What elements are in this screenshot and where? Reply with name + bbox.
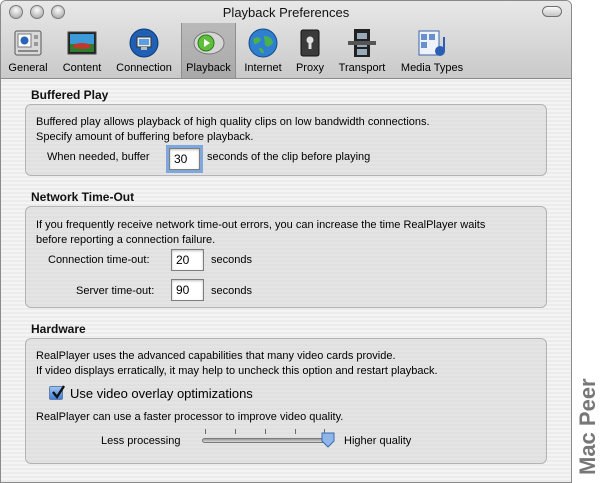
media-types-icon xyxy=(418,30,445,56)
toolbar-toggle-button[interactable] xyxy=(542,6,562,17)
buffer-suffix-label: seconds of the clip before playing xyxy=(207,151,371,163)
server-timeout-unit: seconds xyxy=(211,285,252,297)
buffered-play-heading: Buffered Play xyxy=(31,88,109,102)
preferences-window: Playback Preferences General Content Con… xyxy=(0,0,572,483)
tab-proxy-label: Proxy xyxy=(295,62,325,74)
connection-timeout-unit: seconds xyxy=(211,254,252,266)
tab-transport[interactable]: Transport xyxy=(333,23,391,78)
network-description-line-1: If you frequently receive network time-o… xyxy=(36,219,486,231)
general-panel-icon xyxy=(14,30,42,56)
connection-timeout-label: Connection time-out: xyxy=(48,254,150,266)
tab-media-types[interactable]: Media Types xyxy=(395,23,469,78)
preferences-toolbar: General Content Connection Playback Inte… xyxy=(1,23,571,79)
tab-internet[interactable]: Internet xyxy=(239,23,287,78)
mac-peer-watermark: Mac Peer xyxy=(575,378,600,475)
video-overlay-label[interactable]: Use video overlay optimizations xyxy=(70,386,253,401)
tab-proxy[interactable]: Proxy xyxy=(291,23,329,78)
buffer-seconds-field[interactable]: 30 xyxy=(166,145,203,173)
slider-thumb[interactable] xyxy=(321,432,335,448)
hardware-description-line-2: If video displays erratically, it may he… xyxy=(36,365,438,377)
tab-general-label: General xyxy=(8,62,48,74)
window-chrome: Playback Preferences General Content Con… xyxy=(1,1,571,79)
internet-globe-icon xyxy=(248,28,278,58)
title-bar: Playback Preferences xyxy=(1,1,571,23)
slider-tick xyxy=(205,429,206,434)
tab-general[interactable]: General xyxy=(3,23,53,78)
slider-tick xyxy=(235,429,236,434)
hardware-group: RealPlayer uses the advanced capabilitie… xyxy=(25,338,547,464)
connection-globe-icon xyxy=(129,28,159,58)
video-overlay-checkbox[interactable] xyxy=(49,385,66,400)
tab-playback[interactable]: Playback xyxy=(181,23,236,78)
server-timeout-label: Server time-out: xyxy=(76,285,155,297)
tab-media-types-label: Media Types xyxy=(400,62,464,74)
tab-content-label: Content xyxy=(62,62,102,74)
network-timeout-group: If you frequently receive network time-o… xyxy=(25,206,547,308)
tab-content[interactable]: Content xyxy=(57,23,107,78)
server-timeout-field[interactable]: 90 xyxy=(171,279,204,301)
buffer-prefix-label: When needed, buffer xyxy=(47,151,150,163)
playback-icon xyxy=(193,31,224,55)
slider-tick xyxy=(295,429,296,434)
proxy-lock-icon xyxy=(300,29,320,57)
slider-track[interactable] xyxy=(202,438,328,443)
checkmark-icon xyxy=(52,385,66,400)
tab-transport-label: Transport xyxy=(338,62,386,74)
network-timeout-heading: Network Time-Out xyxy=(31,190,135,204)
hardware-description-line-1: RealPlayer uses the advanced capabilitie… xyxy=(36,350,396,362)
buffered-description-line-2: Specify amount of buffering before playb… xyxy=(36,131,254,143)
window-title: Playback Preferences xyxy=(222,5,350,20)
tab-connection-label: Connection xyxy=(116,62,172,74)
network-description-line-2: before reporting a connection failure. xyxy=(36,234,216,246)
slider-max-label: Higher quality xyxy=(344,435,412,447)
hardware-heading: Hardware xyxy=(31,322,86,336)
tab-playback-label: Playback xyxy=(186,62,231,74)
tab-connection[interactable]: Connection xyxy=(111,23,177,78)
tab-internet-label: Internet xyxy=(244,62,282,74)
slider-tick xyxy=(265,429,266,434)
transport-film-icon xyxy=(348,29,376,57)
processor-description: RealPlayer can use a faster processor to… xyxy=(36,411,344,423)
slider-min-label: Less processing xyxy=(101,435,181,447)
buffered-play-group: Buffered play allows playback of high qu… xyxy=(25,104,547,176)
connection-timeout-field[interactable]: 20 xyxy=(171,249,204,271)
buffered-description-line-1: Buffered play allows playback of high qu… xyxy=(36,116,430,128)
content-image-icon xyxy=(67,31,97,55)
